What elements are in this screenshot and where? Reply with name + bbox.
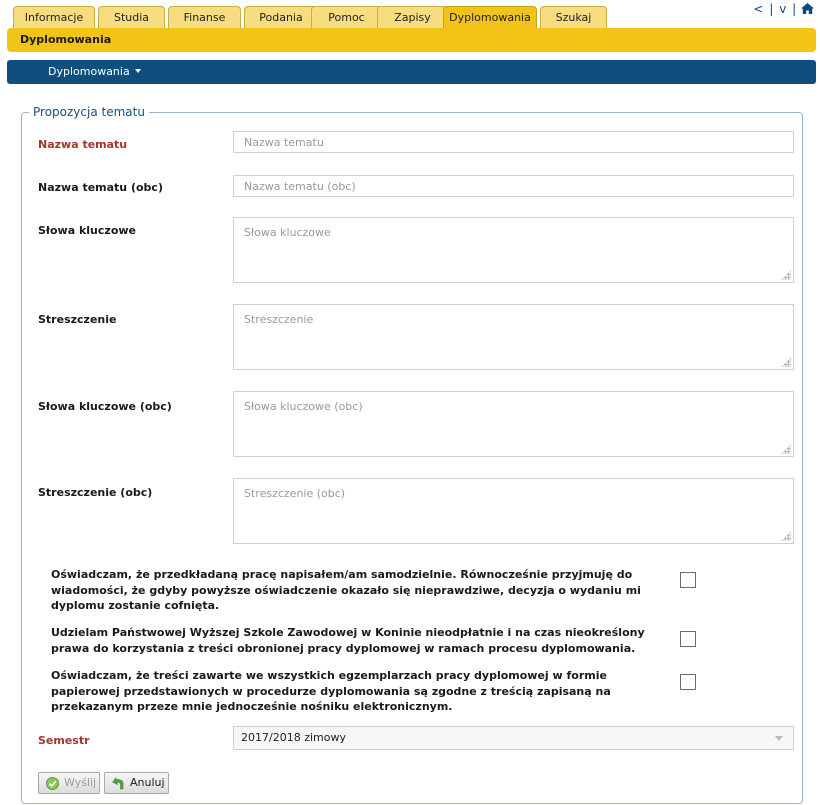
semester-select[interactable]: 2017/2018 zimowy [233,726,794,750]
semester-selected-value: 2017/2018 zimowy [241,731,346,744]
tab-zapisy[interactable]: Zapisy [377,6,448,28]
check-icon [46,777,59,790]
nazwa-tematu-obc-input[interactable] [233,175,794,197]
chevron-down-icon [134,69,141,73]
label-slowa-kluczowe-obc: Słowa kluczowe (obc) [38,400,172,413]
collapse-link[interactable]: v [779,2,786,16]
slowa-kluczowe-obc-textarea[interactable] [233,391,794,457]
tab-pomoc[interactable]: Pomoc [311,6,382,28]
label-nazwa-tematu: Nazwa tematu [38,138,128,151]
label-semestr: Semestr [38,734,90,747]
separator: | [792,2,797,16]
label-streszczenie-obc: Streszczenie (obc) [38,486,153,499]
page-title: Dyplomowania [20,33,112,46]
declaration-text: Oświadczam, że treści zawarte we wszystk… [51,669,611,713]
send-button[interactable]: Wyślij [38,772,100,794]
separator: | [769,2,774,16]
undo-icon [112,777,124,790]
label-nazwa-tematu-obc: Nazwa tematu (obc) [38,181,163,194]
tab-finanse[interactable]: Finanse [168,6,241,28]
home-icon[interactable] [801,3,814,14]
label-streszczenie: Streszczenie [38,313,117,326]
tab-dyplomowania[interactable]: Dyplomowania [443,6,537,28]
slowa-kluczowe-textarea[interactable] [233,217,794,283]
declaration-checkbox[interactable] [680,572,696,588]
label-slowa-kluczowe: Słowa kluczowe [38,224,136,237]
declaration-text: Udzielam Państwowej Wyższej Szkole Zawod… [51,626,645,655]
declaration-text: Oświadczam, że przedkładaną pracę napisa… [51,568,641,612]
declaration-checkbox[interactable] [680,674,696,690]
streszczenie-obc-textarea[interactable] [233,478,794,544]
cancel-button-label: Anuluj [130,776,165,789]
streszczenie-textarea[interactable] [233,304,794,370]
tab-podania[interactable]: Podania [244,6,318,28]
fieldset-legend: Propozycja tematu [29,105,149,119]
tab-informacje[interactable]: Informacje [13,6,95,28]
menu-label: Dyplomowania [48,65,130,78]
top-links: < | v | [752,2,814,16]
tab-studia[interactable]: Studia [98,6,165,28]
declaration-checkbox[interactable] [680,631,696,647]
tab-szukaj[interactable]: Szukaj [540,6,607,28]
nav-bar: Dyplomowania [7,60,816,84]
prev-link[interactable]: < [753,2,763,16]
nazwa-tematu-input[interactable] [233,131,794,153]
page-title-bar: Dyplomowania [7,28,816,52]
chevron-down-icon [775,736,783,741]
cancel-button[interactable]: Anuluj [104,772,169,794]
send-button-label: Wyślij [64,776,97,789]
dyplomowania-menu[interactable]: Dyplomowania [48,60,141,84]
